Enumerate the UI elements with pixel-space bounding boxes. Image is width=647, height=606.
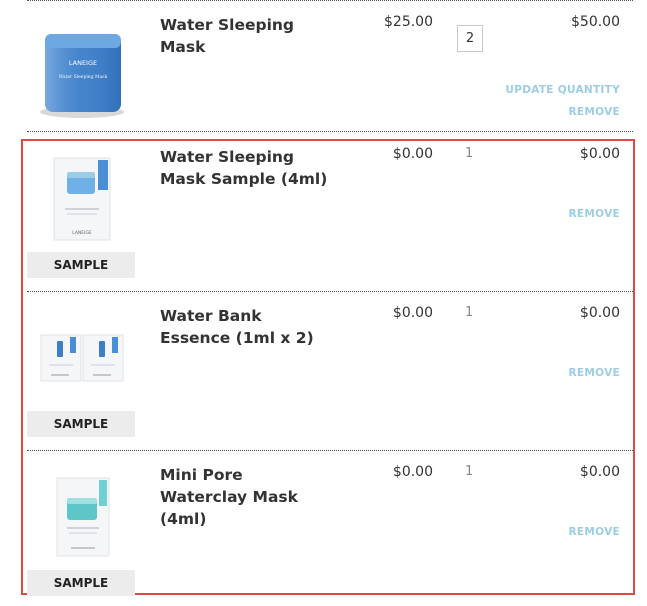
quantity-value: 1 (465, 146, 474, 161)
product-name-line: Mask (160, 38, 206, 56)
unit-price: $25.00 (384, 14, 433, 30)
product-name-line: Mask Sample (4ml) (160, 170, 328, 188)
product-name-line: Waterclay Mask (160, 488, 298, 506)
sample-brand-text: LANEIGE (72, 230, 92, 236)
unit-price: $0.00 (392, 464, 433, 480)
cart-item-sample: SAMPLE Mini Pore Waterclay Mask (4ml) $0… (27, 464, 633, 596)
product-image: LANEIGE (27, 154, 135, 244)
product-image: LANEIGE Water Sleeping Mask (27, 20, 135, 120)
product-name-line: Mini Pore (160, 466, 243, 484)
item-divider (27, 131, 633, 132)
product-name-line: Water Bank (160, 307, 262, 325)
line-total: $0.00 (579, 305, 620, 321)
product-name-line: Water Sleeping (160, 16, 295, 34)
quantity-input[interactable]: 2 (457, 25, 483, 52)
jar-label-text: Water Sleeping Mask (59, 74, 108, 80)
line-total: $0.00 (579, 464, 620, 480)
product-name[interactable]: Water Sleeping Mask Sample (4ml) (160, 146, 327, 190)
line-total: $50.00 (571, 14, 620, 30)
update-quantity-link[interactable]: UPDATE QUANTITY (505, 84, 620, 96)
unit-price: $0.00 (392, 146, 433, 162)
remove-link[interactable]: REMOVE (569, 208, 620, 220)
line-total: $0.00 (579, 146, 620, 162)
cart-item-sample: LANEIGE SAMPLE Water Sleeping Mask Sampl… (27, 146, 633, 286)
sample-badge: SAMPLE (27, 252, 135, 278)
cart-item-water-sleeping-mask: LANEIGE Water Sleeping Mask Water Sleepi… (27, 14, 633, 124)
product-name-line: (4ml) (160, 510, 207, 528)
product-name-line: Essence (1ml x 2) (160, 329, 314, 347)
quantity-value: 1 (465, 464, 474, 479)
jar-brand-text: LANEIGE (69, 59, 97, 67)
unit-price: $0.00 (392, 305, 433, 321)
remove-link[interactable]: REMOVE (569, 526, 620, 538)
product-image (27, 331, 135, 387)
sample-badge: SAMPLE (27, 570, 135, 596)
remove-link[interactable]: REMOVE (569, 106, 620, 118)
product-name[interactable]: Mini Pore Waterclay Mask (4ml) (160, 464, 298, 530)
sample-badge: SAMPLE (27, 411, 135, 437)
product-name-line: Water Sleeping (160, 148, 295, 166)
product-name[interactable]: Water Bank Essence (1ml x 2) (160, 305, 314, 349)
quantity-value: 1 (465, 305, 474, 320)
product-name[interactable]: Water Sleeping Mask (160, 14, 294, 58)
top-divider (27, 0, 633, 1)
remove-link[interactable]: REMOVE (569, 367, 620, 379)
cart-item-sample: SAMPLE Water Bank Essence (1ml x 2) $0.0… (27, 305, 633, 445)
product-image (27, 476, 135, 560)
